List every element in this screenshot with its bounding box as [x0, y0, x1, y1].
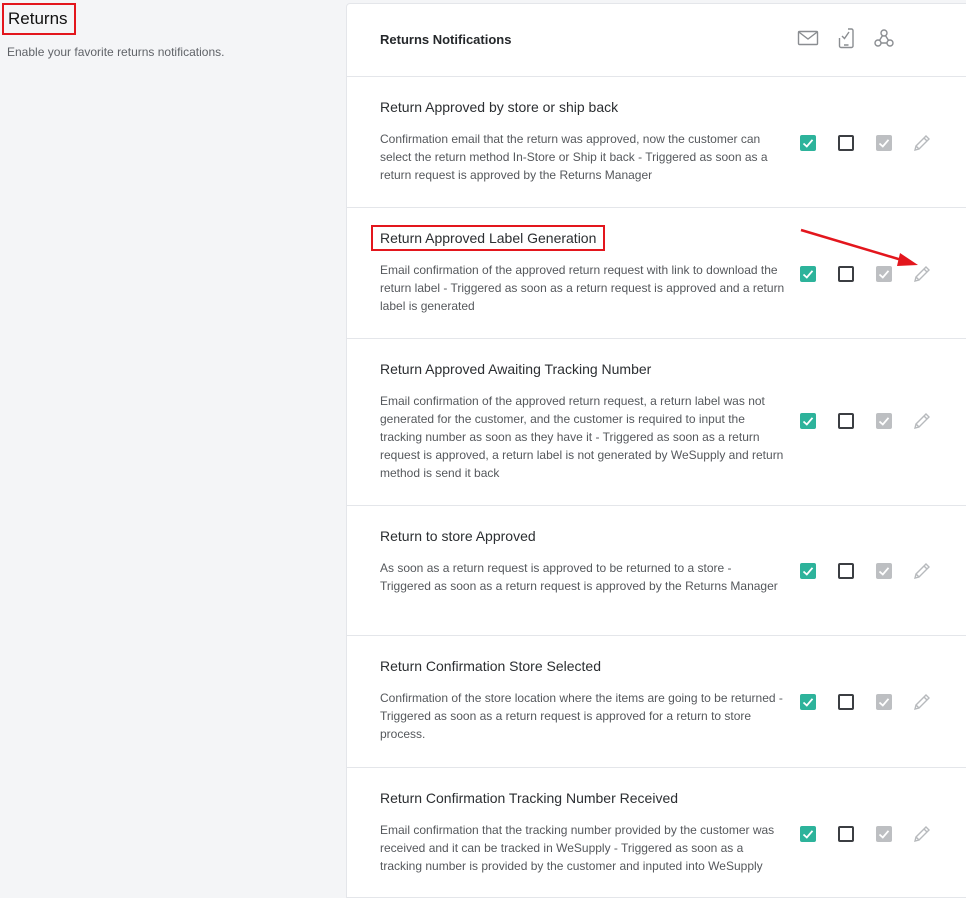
- section-title: Returns: [2, 3, 76, 35]
- notification-description: Confirmation email that the return was a…: [380, 132, 768, 182]
- email-checkbox[interactable]: [800, 694, 816, 710]
- email-checkbox[interactable]: [800, 266, 816, 282]
- notifications-card: Returns Notifications Return Approved by…: [346, 3, 966, 898]
- sms-checkbox[interactable]: [838, 826, 854, 842]
- sms-checkbox[interactable]: [838, 413, 854, 429]
- notification-title: Return to store Approved: [380, 528, 536, 544]
- card-header: Returns Notifications: [347, 4, 966, 77]
- webhook-checkbox: [876, 135, 892, 151]
- sms-checkbox[interactable]: [838, 694, 854, 710]
- notification-title: Return Approved Awaiting Tracking Number: [380, 361, 652, 377]
- edit-button[interactable]: [911, 691, 933, 713]
- card-title: Returns Notifications: [380, 32, 512, 47]
- sms-checkbox[interactable]: [838, 563, 854, 579]
- notification-description: As soon as a return request is approved …: [380, 561, 778, 593]
- pencil-icon: [911, 132, 933, 154]
- webhook-checkbox: [876, 694, 892, 710]
- notification-description: Confirmation of the store location where…: [380, 691, 783, 741]
- notification-row: Return Approved Awaiting Tracking Number…: [347, 339, 966, 506]
- pencil-icon: [911, 263, 933, 285]
- sms-icon: [834, 26, 858, 50]
- pencil-icon: [911, 560, 933, 582]
- email-checkbox[interactable]: [800, 413, 816, 429]
- webhook-icon: [872, 26, 896, 50]
- notification-row: Return Confirmation Store Selected Confir…: [347, 636, 966, 768]
- notification-row: Return Approved by store or ship back Con…: [347, 77, 966, 208]
- webhook-checkbox: [876, 413, 892, 429]
- pencil-icon: [911, 823, 933, 845]
- edit-button[interactable]: [911, 263, 933, 285]
- notification-row: Return to store Approved As soon as a ret…: [347, 506, 966, 636]
- section-description: Enable your favorite returns notificatio…: [7, 45, 225, 59]
- notification-title: Return Approved by store or ship back: [380, 99, 619, 115]
- notification-description: Email confirmation that the tracking num…: [380, 823, 775, 873]
- edit-button[interactable]: [911, 410, 933, 432]
- pencil-icon: [911, 691, 933, 713]
- section-info: Returns Enable your favorite returns not…: [0, 0, 346, 898]
- notification-title: Return Approved Label Generation: [371, 225, 606, 251]
- sms-checkbox[interactable]: [838, 266, 854, 282]
- notification-description: Email confirmation of the approved retur…: [380, 263, 785, 313]
- edit-button[interactable]: [911, 132, 933, 154]
- edit-button[interactable]: [911, 823, 933, 845]
- sms-checkbox[interactable]: [838, 135, 854, 151]
- notification-description: Email confirmation of the approved retur…: [380, 394, 784, 480]
- edit-button[interactable]: [911, 560, 933, 582]
- webhook-checkbox: [876, 563, 892, 579]
- notification-row: Return Confirmation Tracking Number Rece…: [347, 768, 966, 897]
- notification-row: Return Approved Label Generation Email co…: [347, 208, 966, 339]
- notification-title: Return Confirmation Store Selected: [380, 658, 601, 674]
- email-icon: [796, 26, 820, 50]
- email-checkbox[interactable]: [800, 135, 816, 151]
- webhook-checkbox: [876, 266, 892, 282]
- email-checkbox[interactable]: [800, 563, 816, 579]
- pencil-icon: [911, 410, 933, 432]
- email-checkbox[interactable]: [800, 826, 816, 842]
- notification-title: Return Confirmation Tracking Number Rece…: [380, 790, 679, 806]
- webhook-checkbox: [876, 826, 892, 842]
